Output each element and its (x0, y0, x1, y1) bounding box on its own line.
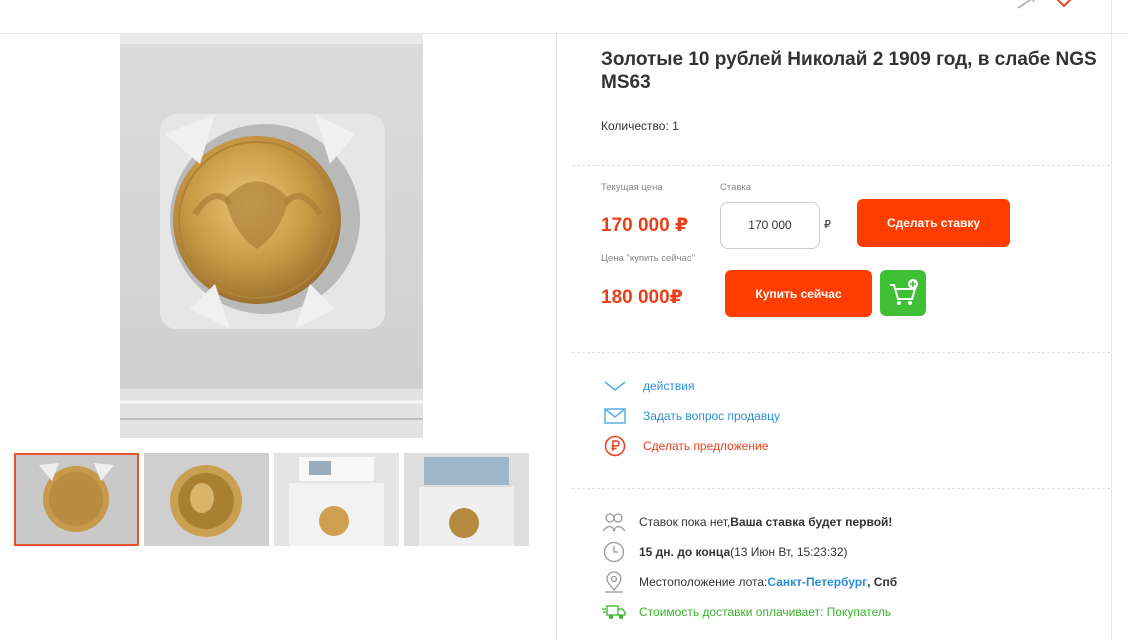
location-prefix: Местоположение лота: (639, 575, 768, 589)
column-divider (556, 34, 557, 640)
users-icon (601, 511, 627, 533)
end-date: (13 Июн Вт, 15:23:32) (730, 545, 848, 559)
buy-now-button[interactable]: Купить сейчас (725, 270, 872, 317)
quantity-label: Количество: 1 (601, 119, 679, 133)
buy-now-price: 180 000₽ (601, 287, 683, 308)
bids-info: Ставок пока нет, Ваша ставка будет перво… (601, 511, 892, 533)
map-pin-icon (601, 571, 627, 593)
place-bid-button[interactable]: Сделать ставку (857, 199, 1010, 247)
make-offer-label: Сделать предложение (643, 439, 769, 453)
share-icon[interactable] (1015, 0, 1039, 15)
thumbnail-2[interactable] (144, 453, 269, 546)
time-left: 15 дн. до конца (639, 545, 731, 559)
section-divider (572, 352, 1110, 353)
lot-title: Золотые 10 рублей Николай 2 1909 год, в … (601, 49, 1097, 93)
envelope-icon (601, 405, 629, 427)
ruble-circle-icon (601, 435, 629, 457)
bid-input[interactable]: 170 000 (720, 202, 820, 249)
location-region: , Спб (867, 575, 898, 589)
current-price-label: Текущая цена (601, 182, 663, 193)
truck-icon (601, 601, 627, 623)
location-info: Местоположение лота: Санкт-Петербург, Спб (601, 571, 897, 593)
bid-currency: ₽ (824, 219, 831, 231)
delivery-info: Стоимость доставки оплачивает: Покупател… (601, 601, 891, 623)
section-divider (572, 165, 1110, 166)
bids-info-text: Ставок пока нет, (639, 515, 731, 529)
add-to-cart-button[interactable] (880, 270, 926, 316)
thumbnail-4[interactable] (404, 453, 529, 546)
current-price: 170 000 ₽ (601, 215, 689, 236)
time-left-info: 15 дн. до конца (13 Июн Вт, 15:23:32) (601, 541, 848, 563)
favorite-heart-icon[interactable] (1052, 0, 1088, 13)
location-city-link[interactable]: Санкт-Петербург (767, 575, 867, 589)
top-divider (1111, 0, 1112, 34)
right-edge-divider (1111, 34, 1112, 640)
actions-dropdown[interactable]: действия (601, 375, 694, 397)
bid-label: Ставка (720, 182, 752, 193)
top-bar (0, 0, 1128, 34)
thumbnail-3[interactable] (274, 453, 399, 546)
cart-plus-icon (890, 279, 918, 305)
ask-seller-label: Задать вопрос продавцу (643, 409, 781, 423)
main-lot-photo[interactable] (120, 34, 423, 438)
section-divider (572, 488, 1110, 489)
make-offer-link[interactable]: Сделать предложение (601, 435, 768, 457)
ask-seller-link[interactable]: Задать вопрос продавцу (601, 405, 780, 427)
clock-icon (601, 541, 627, 563)
delivery-text: Стоимость доставки оплачивает: Покупател… (639, 605, 892, 619)
thumbnail-1[interactable] (14, 453, 139, 546)
actions-label: действия (643, 379, 695, 393)
chevron-down-icon (601, 375, 629, 397)
buy-now-price-label: Цена "купить сейчас" (601, 253, 695, 264)
bids-info-strong: Ваша ставка будет первой! (730, 515, 893, 529)
